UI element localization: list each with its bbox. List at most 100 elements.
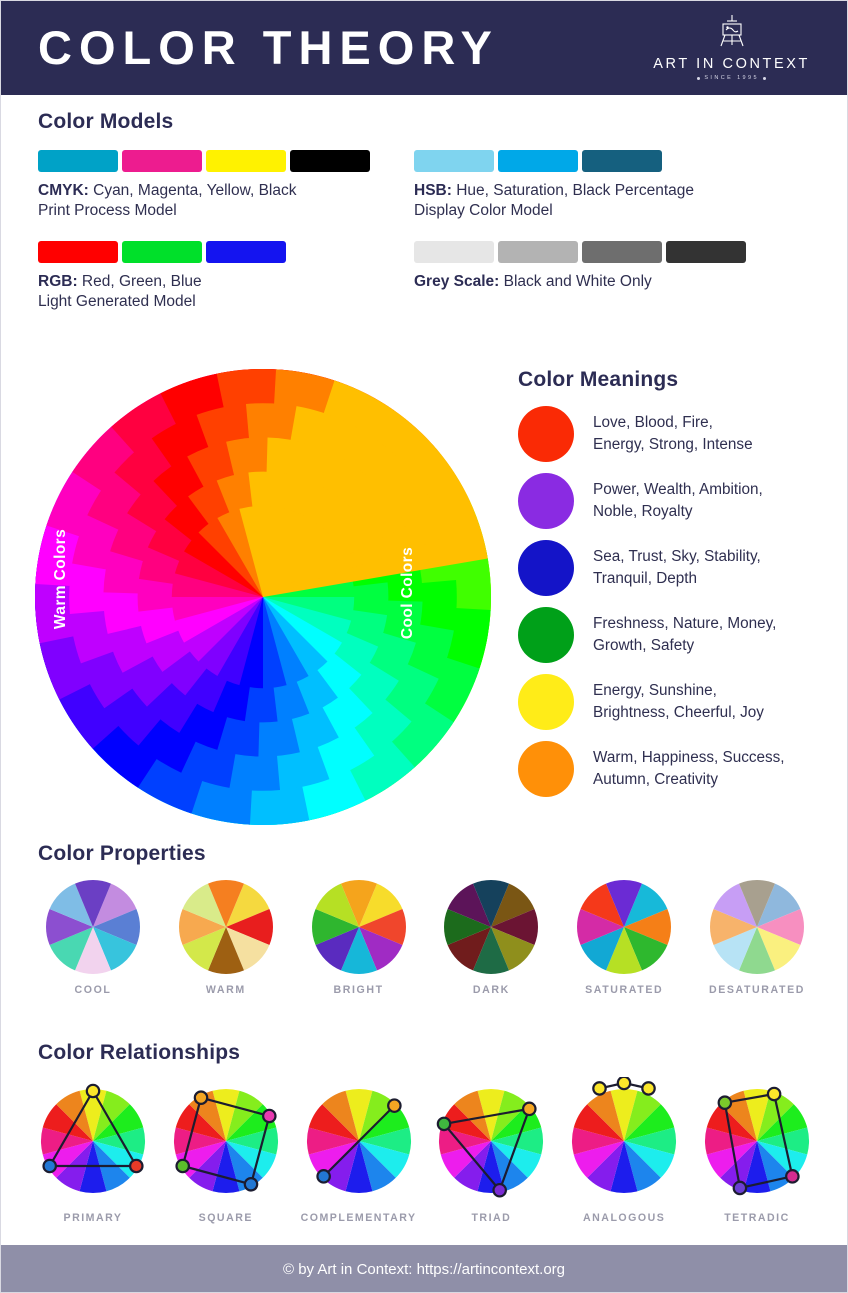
model-desc-greyscale: Grey Scale: Black and White Only — [414, 273, 652, 291]
meaning-text: Sea, Trust, Sky, Stability, Tranquil, Dep… — [593, 548, 761, 587]
model-abbr-rgb: RGB: — [38, 273, 78, 291]
logo-dot-left — [697, 76, 701, 80]
relationship-item-analogous: ANALOGOUS — [565, 1077, 683, 1224]
meaning-row: Freshness, Nature, Money, Growth, Safety — [518, 607, 838, 663]
property-item-saturated: SATURATED — [565, 880, 683, 996]
property-item-bright: BRIGHT — [300, 880, 418, 996]
model-block-cmyk: CMYK: Cyan, Magenta, Yellow, Black Print … — [38, 150, 400, 221]
property-label: DARK — [472, 984, 510, 996]
relationship-node — [785, 1169, 800, 1184]
meaning-swatch-yellow — [518, 674, 574, 730]
color-relationships-title: Color Relationships — [38, 1041, 241, 1064]
meaning-text: Power, Wealth, Ambition, Noble, Royalty — [593, 481, 763, 520]
relationship-node — [437, 1116, 452, 1132]
footer-credit: © by Art in Context: https://artincontex… — [282, 1260, 566, 1278]
relationship-node — [193, 1090, 209, 1106]
easel-icon — [714, 14, 750, 53]
page-footer: © by Art in Context: https://artincontex… — [0, 1245, 848, 1293]
property-label: SATURATED — [585, 984, 664, 996]
main-color-wheel: Warm Colors Cool Colors — [18, 352, 508, 842]
relationship-label: TETRADIC — [724, 1212, 790, 1224]
relationship-label: TRIAD — [471, 1212, 512, 1224]
meaning-swatch-blue — [518, 540, 574, 596]
relationship-wheel-complementary — [306, 1088, 411, 1194]
swatch-hsb-2 — [582, 150, 662, 172]
color-properties-title: Color Properties — [38, 842, 206, 865]
color-models-left-column: CMYK: Cyan, Magenta, Yellow, Black Print … — [0, 150, 400, 333]
logo-dot-right — [762, 76, 766, 80]
relationship-node — [42, 1158, 58, 1174]
meaning-swatch-purple — [518, 473, 574, 529]
relationship-item-triad: TRIAD — [432, 1077, 550, 1224]
property-item-warm: WARM — [167, 880, 285, 996]
model-desc-rgb: RGB: Red, Green, Blue Light Generated Mod… — [38, 273, 202, 311]
color-properties-section: Color Properties COOL WARM BRIGHT DARK SATUR… — [0, 842, 848, 996]
swatch-cmyk-2 — [206, 150, 286, 172]
relationship-wheel-tetradic — [704, 1086, 809, 1196]
meaning-swatch-red — [518, 406, 574, 462]
relationship-node — [522, 1101, 537, 1117]
meaning-swatch-orange — [518, 741, 574, 797]
property-wheel-warm — [178, 880, 273, 974]
relationship-node — [717, 1095, 733, 1110]
relationship-item-tetradic: TETRADIC — [698, 1077, 816, 1224]
swatch-rgb-2 — [206, 241, 286, 264]
meaning-text: Energy, Sunshine, Brightness, Cheerful, J… — [593, 682, 764, 721]
color-models-right-column: HSB: Hue, Saturation, Black Percentage Di… — [400, 150, 800, 333]
color-models-section: Color Models CMYK: Cyan, Magenta, Yellow… — [0, 110, 848, 333]
relationship-node — [243, 1177, 259, 1192]
relationship-node — [766, 1086, 782, 1102]
relationship-node — [129, 1158, 144, 1174]
swatch-cmyk-0 — [38, 150, 118, 172]
swatch-rgb-1 — [122, 241, 202, 264]
property-item-cool: COOL — [34, 880, 152, 996]
meaning-text: Freshness, Nature, Money, Growth, Safety — [593, 615, 777, 654]
swatch-rgb-0 — [38, 241, 118, 264]
warm-colors-label: Warm Colors — [52, 528, 70, 630]
relationship-node — [641, 1081, 656, 1096]
color-properties-grid: COOL WARM BRIGHT DARK SATURATED DESATURATED — [0, 866, 848, 996]
relationship-label: COMPLEMENTARY — [300, 1212, 417, 1224]
relationship-wheel-square — [173, 1088, 278, 1194]
relationship-node — [85, 1083, 101, 1099]
relationship-node — [492, 1182, 508, 1198]
meaning-text: Love, Blood, Fire, Energy, Strong, Intens… — [593, 414, 753, 453]
model-subtitle-hsb: Display Color Model — [414, 202, 553, 220]
relationship-item-square: SQUARE — [167, 1077, 285, 1224]
property-wheel-dark — [444, 880, 539, 974]
relationship-wheel-analogous — [572, 1077, 677, 1194]
relationship-node — [616, 1077, 632, 1091]
color-meanings-section: Color Meanings Love, Blood, Fire, Energy,… — [518, 368, 838, 808]
model-subtitle-cmyk: Print Process Model — [38, 202, 177, 220]
property-label: BRIGHT — [333, 984, 384, 996]
logo-wordmark: ART IN CONTEXT — [653, 56, 810, 72]
model-desc-hsb: HSB: Hue, Saturation, Black Percentage Di… — [414, 182, 695, 220]
color-models-title: Color Models — [38, 110, 174, 133]
meaning-row: Energy, Sunshine, Brightness, Cheerful, J… — [518, 674, 838, 730]
color-models-grid: CMYK: Cyan, Magenta, Yellow, Black Print … — [0, 150, 848, 333]
property-item-desaturated: DESATURATED — [698, 880, 816, 996]
meaning-row: Love, Blood, Fire, Energy, Strong, Intens… — [518, 406, 838, 462]
relationship-node — [386, 1098, 402, 1113]
header-divider — [0, 95, 848, 98]
model-block-rgb: RGB: Red, Green, Blue Light Generated Mod… — [38, 241, 400, 312]
color-relationships-section: Color Relationships PRIMARY SQUARE COMPLEM… — [0, 1041, 848, 1224]
property-wheel-saturated — [577, 880, 672, 974]
property-wheel-bright — [311, 880, 406, 974]
meaning-swatch-green — [518, 607, 574, 663]
model-abbr-cmyk: CMYK: — [38, 182, 89, 199]
relationship-label: PRIMARY — [63, 1212, 123, 1224]
relationship-item-complementary: COMPLEMENTARY — [300, 1077, 418, 1224]
property-item-dark: DARK — [432, 880, 550, 996]
model-block-greyscale: Grey Scale: Black and White Only — [414, 241, 800, 292]
color-meanings-list: Love, Blood, Fire, Energy, Strong, Intens… — [518, 406, 838, 797]
model-abbr-hsb: HSB: — [414, 182, 452, 199]
property-wheel-cool — [46, 880, 140, 974]
logo-tagline-text: SINCE 1995 — [704, 75, 759, 81]
relationship-label: SQUARE — [198, 1212, 253, 1224]
swatch-row-greyscale — [414, 241, 800, 264]
model-subtitle-rgb: Light Generated Model — [38, 293, 196, 311]
relationship-node — [592, 1081, 607, 1096]
swatch-hsb-0 — [414, 150, 494, 172]
relationship-node — [261, 1108, 277, 1124]
